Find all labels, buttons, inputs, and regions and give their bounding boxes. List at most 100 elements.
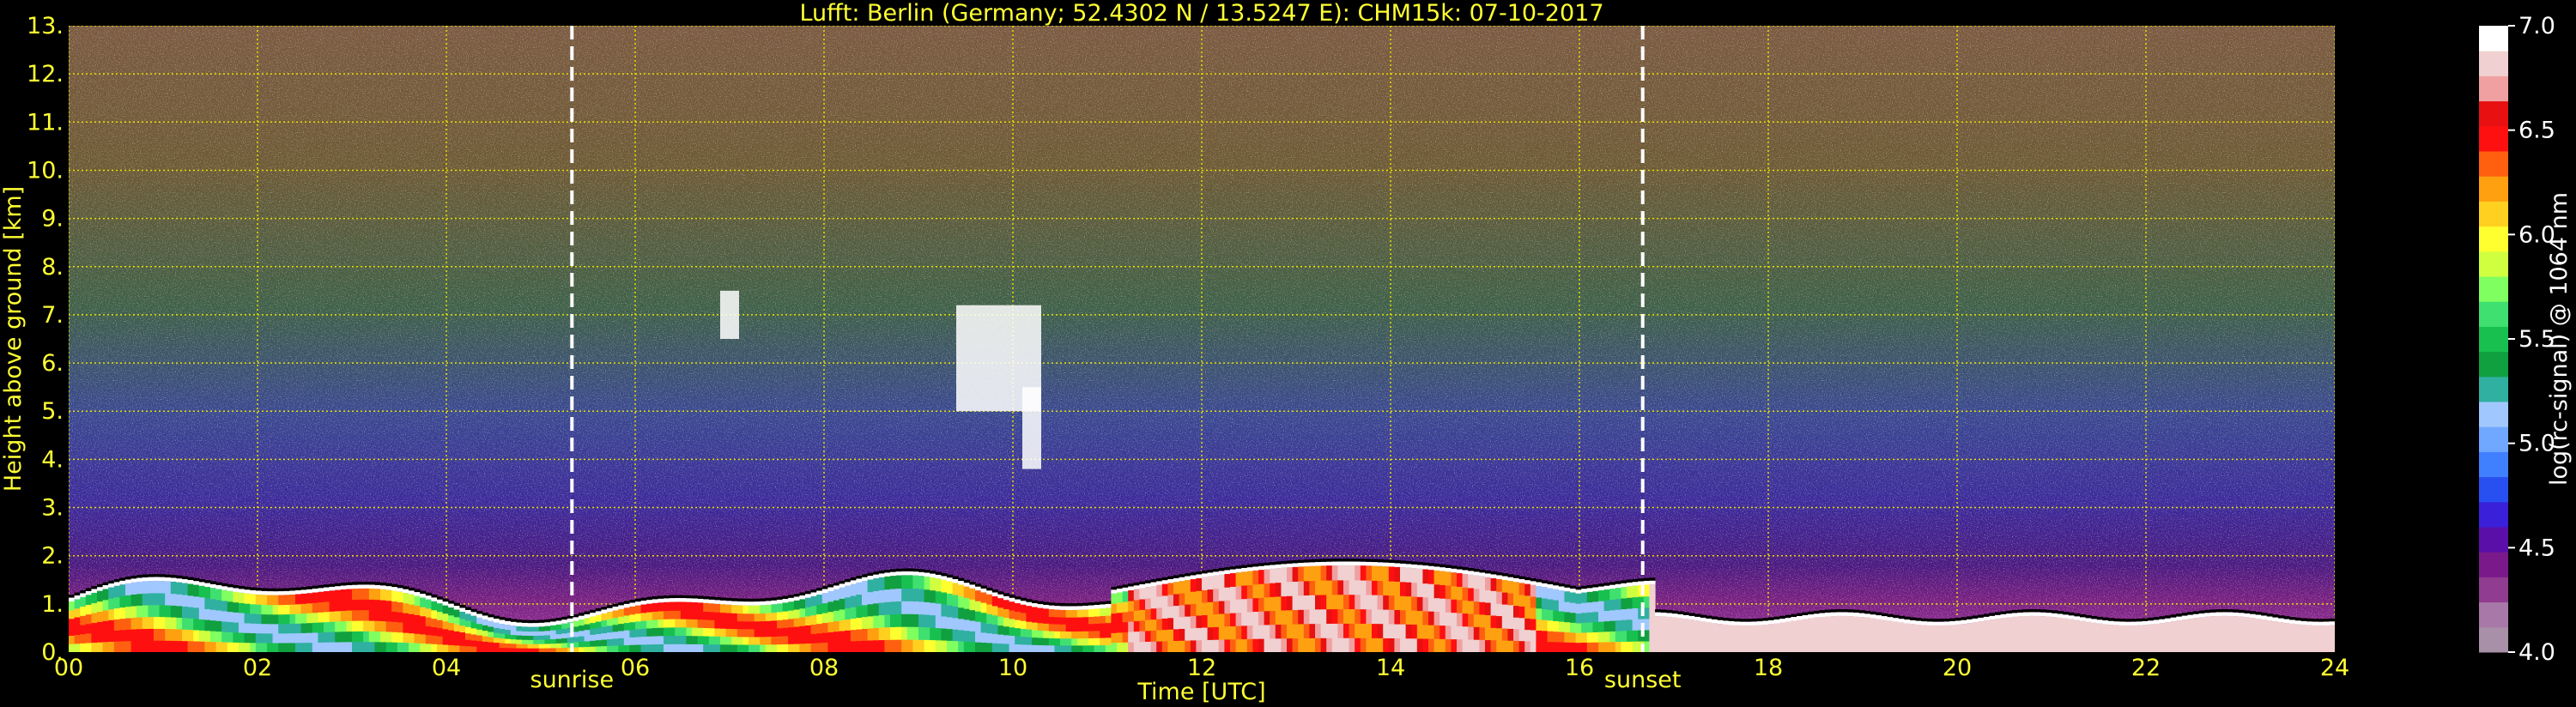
aerosol-cell [420, 625, 427, 635]
layer-top-cell [1808, 614, 1815, 619]
aerosol-cell [1202, 626, 1209, 641]
layer-edge-cell [2046, 609, 2052, 613]
aerosol-cell [1955, 624, 1961, 630]
aerosol-cell [1173, 640, 1180, 652]
layer-top-cell [1003, 595, 1010, 601]
aerosol-cell [1700, 621, 1706, 627]
layer-edge-cell [1978, 614, 1985, 618]
aerosol-cell [1779, 632, 1786, 638]
aerosol-cell [1117, 642, 1124, 652]
aerosol-cell [1706, 622, 1712, 628]
aerosol-cell [1377, 565, 1384, 582]
aerosol-cell [425, 634, 432, 644]
layer-edge-cell [2124, 619, 2131, 622]
layer-edge-cell [1740, 619, 1747, 622]
aerosol-cell [821, 592, 828, 604]
aerosol-cell [1377, 608, 1384, 625]
aerosol-cell [1536, 586, 1543, 598]
aerosol-cell [1372, 623, 1379, 638]
layer-edge-cell [947, 574, 954, 578]
layer-top-cell [1490, 574, 1497, 578]
layer-edge-cell [1524, 577, 1531, 581]
aerosol-cell [1723, 624, 1730, 630]
aerosol-cell [1666, 628, 1673, 636]
aerosol-cell [505, 643, 512, 649]
aerosol-cell [2289, 623, 2296, 630]
layer-top-cell [437, 599, 444, 604]
aerosol-cell [1507, 640, 1514, 652]
layer-top-cell [409, 590, 415, 595]
layer-edge-cell [420, 590, 427, 594]
aerosol-cell [1161, 583, 1168, 596]
aerosol-cell [714, 644, 721, 652]
aerosol-cell [1586, 631, 1593, 643]
aerosol-cell [714, 612, 721, 621]
aerosol-cell [2261, 641, 2268, 648]
aerosol-cell [80, 643, 87, 652]
aerosol-cell [1326, 579, 1333, 595]
aerosol-cell [573, 625, 579, 632]
aerosol-cell [2289, 632, 2296, 639]
aerosol-cell [1893, 626, 1900, 633]
aerosol-cell [227, 611, 233, 623]
aerosol-cell [130, 640, 137, 652]
aerosol-cell [1377, 595, 1384, 610]
aerosol-cell [1088, 630, 1095, 638]
layer-top-cell [239, 589, 245, 593]
layer-edge-cell [1882, 613, 1888, 617]
aerosol-cell [2204, 622, 2211, 630]
aerosol-cell [930, 639, 936, 652]
layer-top-cell [1581, 589, 1588, 593]
aerosol-cell [1287, 624, 1294, 639]
layer-top-cell [465, 609, 472, 614]
aerosol-cell [142, 593, 148, 606]
aerosol-cell [579, 625, 585, 631]
aerosol-cell [1207, 626, 1214, 640]
aerosol-cell [221, 600, 228, 612]
aerosol-cell [618, 623, 625, 631]
aerosol-cell [742, 636, 749, 645]
layer-top-cell [947, 577, 954, 582]
layer-top-cell [1660, 612, 1667, 617]
layer-top-cell [1876, 615, 1882, 619]
aerosol-cell [590, 646, 597, 652]
aerosol-cell [1876, 619, 1882, 625]
aerosol-cell [1218, 625, 1225, 640]
aerosol-cell [1241, 625, 1248, 639]
layer-edge-cell [300, 587, 307, 590]
layer-edge-cell [2244, 610, 2251, 613]
aerosol-cell [550, 638, 557, 644]
aerosol-cell [170, 616, 177, 630]
aerosol-cell [2170, 637, 2177, 643]
aerosol-cell [119, 618, 126, 631]
layer-top-cell [941, 576, 948, 580]
aerosol-cell [1054, 624, 1061, 631]
aerosol-cell [1122, 631, 1129, 643]
aerosol-cell [488, 625, 494, 632]
layer-top-cell [1813, 613, 1820, 618]
layer-edge-cell [1026, 599, 1033, 602]
aerosol-cell [465, 632, 472, 640]
aerosol-cell [391, 601, 398, 612]
aerosol-cell [1383, 623, 1390, 638]
layer-top-cell [2300, 620, 2307, 625]
layer-top-cell [1150, 582, 1157, 587]
aerosol-cell [2187, 641, 2194, 648]
colorbar-tick-label: 4.5 [2518, 535, 2555, 561]
layer-edge-cell [1547, 581, 1554, 584]
aerosol-cell [283, 642, 290, 652]
aerosol-cell [2323, 630, 2330, 635]
aerosol-cell [1020, 620, 1027, 629]
aerosol-cell [1457, 599, 1464, 613]
aerosol-cell [2193, 629, 2200, 636]
aerosol-cell [1411, 568, 1418, 583]
aerosol-cell [1524, 583, 1531, 596]
layer-edge-cell [1400, 560, 1407, 564]
aerosol-cell [1264, 596, 1270, 612]
aerosol-cell [1094, 630, 1100, 638]
layer-top-cell [459, 607, 466, 612]
layer-top-cell [1433, 566, 1440, 571]
aerosol-cell [584, 646, 591, 652]
layer-top-cell [1921, 621, 1928, 625]
aerosol-cell [2250, 623, 2257, 631]
